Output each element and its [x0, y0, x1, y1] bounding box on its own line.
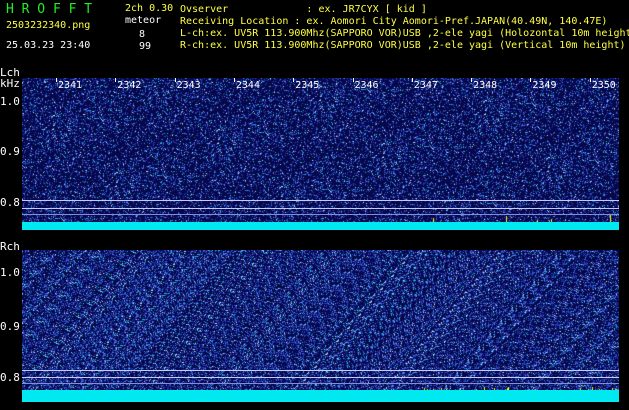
time-tick-2342: 2342 [117, 80, 142, 91]
rch-freq-line-3 [22, 383, 619, 384]
datetime-label: 25.03.23 23:40 [6, 40, 91, 51]
rch-channel-label: Rch [0, 240, 20, 253]
time-tick-mark [56, 78, 57, 82]
time-tick-2344: 2344 [235, 80, 260, 91]
meteor-count-l: 8 [139, 29, 146, 40]
rch-spectrogram [22, 250, 619, 402]
rch-signal-band [22, 390, 619, 402]
rch-freq-line-1 [22, 370, 619, 371]
app-title: H R O F F T [6, 2, 93, 17]
time-tick-mark [293, 78, 295, 82]
lch-ytick-2: 0.9 [0, 145, 20, 158]
rch-spectrogram-canvas [22, 250, 619, 402]
time-tick-mark [589, 78, 591, 82]
time-tick-2350: 2350 [591, 80, 616, 91]
rch-ytick-3: 0.8 [0, 371, 20, 384]
time-tick-2345: 2345 [295, 80, 320, 91]
version-label: 2ch 0.30 [125, 3, 174, 14]
lch-ytick-1: 1.0 [0, 95, 20, 108]
meteor-count-r: 99 [139, 41, 152, 52]
rch-freq-line-2 [22, 377, 619, 378]
lch-freq-line-2 [22, 208, 619, 209]
time-tick-2348: 2348 [473, 80, 498, 91]
lch-unit-label: kHz [0, 77, 20, 90]
time-tick-2341: 2341 [58, 80, 83, 91]
lch-ytick-3: 0.8 [0, 196, 20, 209]
time-tick-2343: 2343 [176, 80, 201, 91]
lch-info-line: L-ch:ex. UV5R 113.900Mhz(SAPPORO VOR)USB… [180, 28, 629, 39]
lch-freq-line-1 [22, 200, 619, 201]
time-tick-mark [530, 78, 532, 82]
time-tick-mark [115, 78, 117, 82]
location-line: Receiving Location : ex. Aomori City Aom… [180, 16, 608, 27]
rch-ytick-2: 0.9 [0, 320, 20, 333]
time-tick-2346: 2346 [354, 80, 379, 91]
time-tick-2347: 2347 [413, 80, 438, 91]
lch-signal-band [22, 222, 619, 230]
meteor-label: meteor [125, 15, 162, 26]
time-tick-mark [411, 78, 413, 82]
rch-info-line: R-ch:ex. UV5R 113.900Mhz(SAPPORO VOR)USB… [180, 40, 626, 51]
lch-freq-line-3 [22, 214, 619, 215]
time-tick-mark [174, 78, 176, 82]
time-tick-mark [471, 78, 473, 82]
observer-line: Ovserver : ex. JR7CYX [ kid ] [180, 4, 427, 15]
time-tick-mark [352, 78, 354, 82]
time-tick-mark [233, 78, 235, 82]
rch-ytick-1: 1.0 [0, 266, 20, 279]
lch-spectrogram: 2341 2342 2343 2344 2345 2346 2347 2348 2349 2350 [22, 78, 619, 230]
filename-label: 2503232340.png [6, 20, 91, 31]
time-tick-2349: 2349 [532, 80, 557, 91]
